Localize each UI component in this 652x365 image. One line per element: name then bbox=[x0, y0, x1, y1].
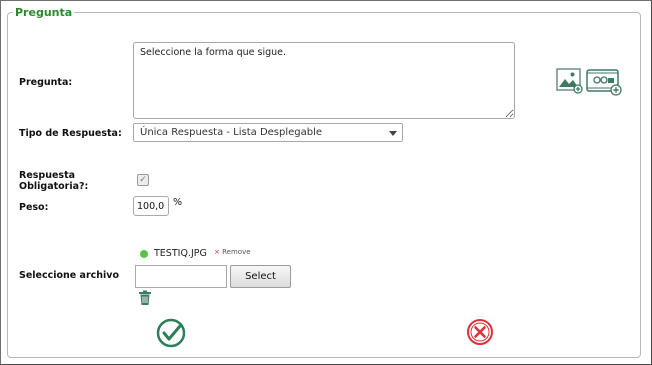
file-name: TESTIQ.JPG bbox=[154, 248, 207, 259]
remove-x-icon: × bbox=[214, 248, 220, 256]
pregunta-textarea[interactable]: Seleccione la forma que sigue. bbox=[133, 42, 515, 119]
chevron-down-icon bbox=[389, 131, 397, 136]
confirm-check-icon[interactable] bbox=[156, 318, 186, 348]
obligatoria-label-line1: Respuesta bbox=[19, 170, 76, 181]
add-image-icon[interactable] bbox=[556, 68, 583, 94]
tipo-respuesta-value: Única Respuesta - Lista Desplegable bbox=[140, 127, 323, 138]
select-file-button[interactable]: Select bbox=[230, 265, 291, 288]
obligatoria-label-line2: Obligatoria?: bbox=[19, 181, 89, 192]
tipo-respuesta-select[interactable]: Única Respuesta - Lista Desplegable bbox=[133, 123, 403, 142]
cancel-x-icon[interactable] bbox=[466, 318, 494, 346]
obligatoria-checkbox[interactable]: ✓ bbox=[137, 174, 149, 186]
pregunta-label: Pregunta: bbox=[19, 77, 73, 88]
remove-label: Remove bbox=[222, 248, 251, 256]
remove-file-link[interactable]: × Remove bbox=[214, 248, 251, 256]
add-video-icon[interactable] bbox=[586, 68, 622, 97]
peso-input[interactable] bbox=[133, 196, 169, 216]
archivo-label: Seleccione archivo bbox=[19, 270, 120, 281]
tipo-respuesta-label: Tipo de Respuesta: bbox=[19, 128, 122, 139]
file-input[interactable] bbox=[135, 265, 227, 288]
peso-unit: % bbox=[173, 197, 183, 208]
peso-label: Peso: bbox=[19, 202, 49, 213]
trash-icon[interactable] bbox=[138, 290, 152, 306]
fieldset-legend: Pregunta bbox=[15, 6, 73, 19]
status-dot-icon bbox=[140, 250, 148, 258]
